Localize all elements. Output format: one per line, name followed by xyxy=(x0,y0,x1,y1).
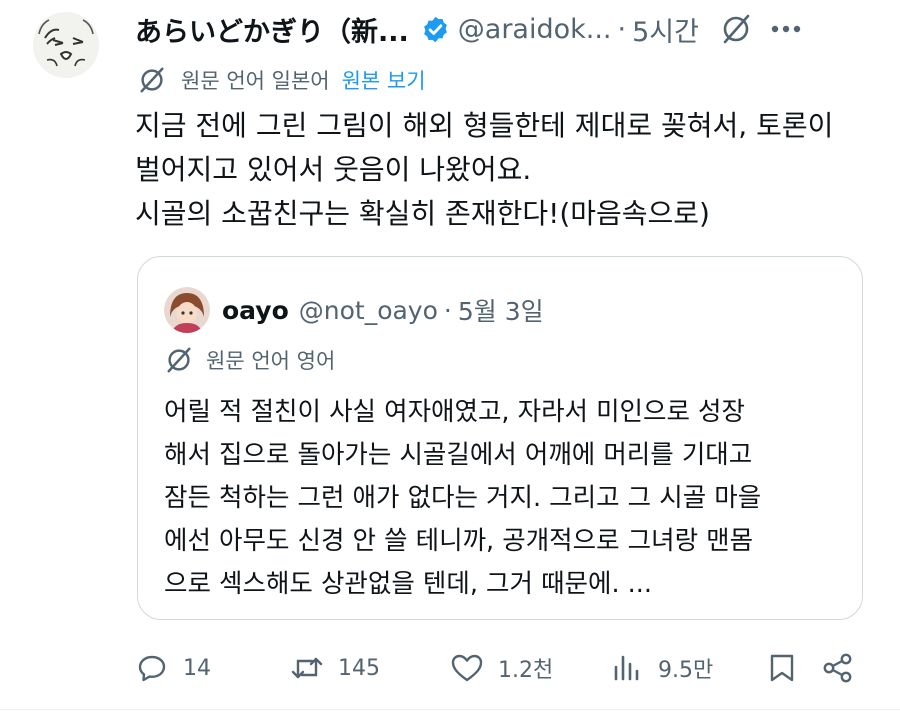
repost-button[interactable]: 145 xyxy=(290,651,450,685)
reply-button[interactable]: 14 xyxy=(135,651,290,685)
like-icon xyxy=(450,651,484,685)
quoted-display-name[interactable]: oayo xyxy=(222,296,289,325)
translate-icon[interactable] xyxy=(719,12,753,46)
share-button[interactable] xyxy=(821,651,855,685)
quoted-handle[interactable]: @not_oayo xyxy=(299,296,438,325)
bottom-divider xyxy=(0,709,900,710)
share-icon xyxy=(821,651,855,685)
views-count: 9.5만 xyxy=(658,658,714,683)
bookmark-icon xyxy=(765,651,799,685)
translate-icon xyxy=(137,65,167,95)
quoted-text-line: 해서 집으로 돌아가는 시골길에서 어깨에 머리를 기대고 xyxy=(164,440,753,470)
author-avatar[interactable] xyxy=(33,12,99,78)
repost-icon xyxy=(290,651,324,685)
views-button[interactable]: 9.5만 xyxy=(610,651,765,685)
translation-label: 원문 언어 일본어 xyxy=(181,69,330,93)
display-name[interactable]: あらいどかぎり（新... xyxy=(135,10,409,49)
reply-count: 14 xyxy=(183,655,211,681)
tweet-text-line: 지금 전에 그린 그림이 해외 형들한테 제대로 꽂혀서, 토론이 xyxy=(135,109,834,142)
action-bar: 14 145 1.2천 9.5만 xyxy=(135,646,875,690)
reply-icon xyxy=(135,651,169,685)
tweet-text-line: 벌어지고 있어서 웃음이 나왔어요. xyxy=(135,153,532,186)
quoted-tweet-header: oayo @not_oayo · 5월 3일 xyxy=(164,287,544,333)
quoted-translation-notice: 원문 언어 영어 xyxy=(164,345,335,375)
repost-count: 145 xyxy=(338,655,380,681)
show-original-link[interactable]: 원본 보기 xyxy=(342,65,426,95)
tweet-time[interactable]: 5시간 xyxy=(632,10,699,49)
like-button[interactable]: 1.2천 xyxy=(450,651,610,685)
like-count: 1.2천 xyxy=(498,658,554,683)
quoted-tweet-text: 어릴 적 절친이 사실 여자애였고, 자라서 미인으로 성장 해서 집으로 돌아… xyxy=(164,391,844,606)
author-handle[interactable]: @araidok... xyxy=(458,14,612,45)
quoted-text-line: 어릴 적 절친이 사실 여자애였고, 자라서 미인으로 성장 xyxy=(164,397,745,427)
quoted-translation-label: 원문 언어 영어 xyxy=(206,349,336,373)
verified-icon xyxy=(421,15,450,44)
bookmark-button[interactable] xyxy=(765,651,821,685)
quoted-tweet[interactable]: oayo @not_oayo · 5월 3일 원문 언어 영어 어릴 적 절친이… xyxy=(137,256,863,620)
quoted-date[interactable]: 5월 3일 xyxy=(458,292,544,328)
separator-dot: · xyxy=(443,295,452,325)
tweet-header: あらいどかぎり（新... @araidok... · 5시간 xyxy=(135,8,875,50)
more-icon[interactable] xyxy=(769,12,803,46)
translation-notice: 원문 언어 일본어 원본 보기 xyxy=(137,62,426,98)
views-icon xyxy=(610,651,644,685)
tweet-text-line: 시골의 소꿉친구는 확실히 존재한다!(마음속으로) xyxy=(135,197,710,230)
quoted-author-avatar[interactable] xyxy=(164,287,210,333)
separator-dot: · xyxy=(617,13,627,45)
translate-icon xyxy=(164,345,194,375)
quoted-text-line: 잠든 척하는 그런 애가 없다는 거지. 그리고 그 시골 마을 xyxy=(164,483,762,513)
quoted-text-line: 에선 아무도 신경 안 쓸 테니까, 공개적으로 그녀랑 맨몸 xyxy=(164,526,754,556)
tweet-text: 지금 전에 그린 그림이 해외 형들한테 제대로 꽂혀서, 토론이 벌어지고 있… xyxy=(135,104,875,236)
quoted-text-line: 으로 섹스해도 상관없을 텐데, 그거 때문에. ... xyxy=(164,569,652,599)
